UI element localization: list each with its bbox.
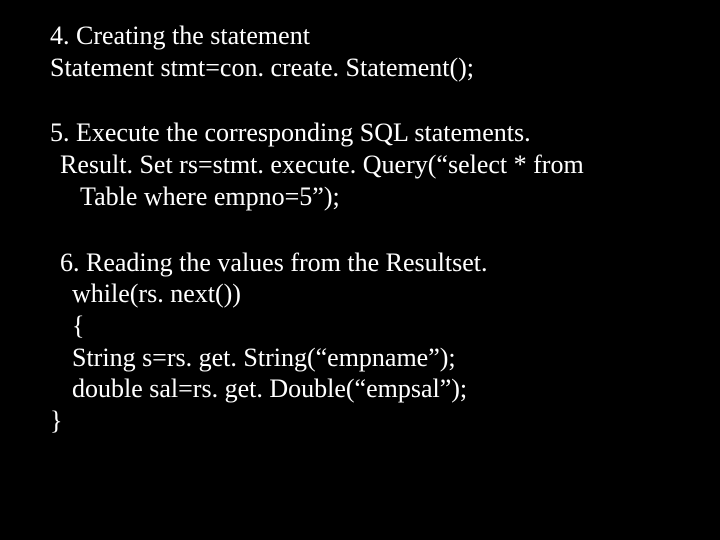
section-6-title: 6. Reading the values from the Resultset… (60, 247, 670, 279)
section-5-code-line: Result. Set rs=stmt. execute. Query(“sel… (60, 149, 670, 181)
section-5: 5. Execute the corresponding SQL stateme… (50, 117, 670, 212)
section-6-code-line: while(rs. next()) (72, 278, 670, 310)
slide: 4. Creating the statement Statement stmt… (0, 0, 720, 540)
section-6-code-line: double sal=rs. get. Double(“empsal”); (72, 373, 670, 405)
section-6-code-line: } (50, 405, 670, 437)
section-6-code-line: { (72, 310, 670, 342)
section-5-title: 5. Execute the corresponding SQL stateme… (50, 117, 670, 149)
section-6: 6. Reading the values from the Resultset… (50, 247, 670, 437)
section-6-code-line: String s=rs. get. String(“empname”); (72, 342, 670, 374)
section-4-title: 4. Creating the statement (50, 20, 670, 52)
section-5-code-line: Table where empno=5”); (80, 181, 670, 213)
section-4: 4. Creating the statement Statement stmt… (50, 20, 670, 83)
section-4-code-line: Statement stmt=con. create. Statement(); (50, 52, 670, 84)
